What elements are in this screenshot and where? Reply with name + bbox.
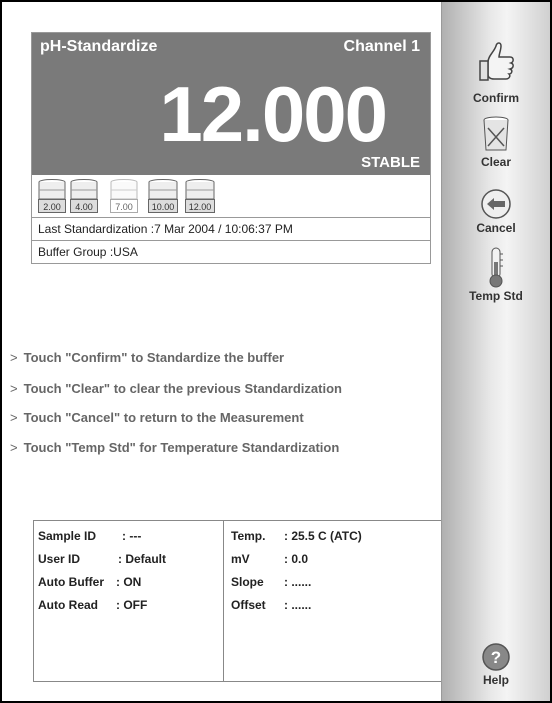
cancel-button[interactable]: Cancel	[442, 188, 550, 235]
standardize-panel: pH-Standardize Channel 1 12.000 STABLE 2…	[31, 32, 431, 264]
buffer-beakers: 2.00 4.00 7.00 10.00 12.00	[32, 175, 430, 218]
temp-key: Temp.	[231, 529, 266, 543]
thumbs-up-icon	[479, 42, 514, 81]
instruction-text: Touch "Clear" to clear the previous Stan…	[23, 381, 342, 396]
instruction-marker: >	[10, 350, 18, 365]
instruction-marker: >	[10, 381, 18, 396]
sample-id-key: Sample ID	[38, 529, 97, 543]
buffer-label: 4.00	[70, 199, 98, 213]
instruction-text: Touch "Confirm" to Standardize the buffe…	[23, 350, 285, 365]
auto-buffer-key: Auto Buffer	[38, 575, 104, 589]
confirm-label: Confirm	[473, 91, 519, 105]
screen-frame: pH-Standardize Channel 1 12.000 STABLE 2…	[0, 0, 552, 703]
confirm-button[interactable]: Confirm	[442, 38, 550, 105]
instruction-confirm: > Touch "Confirm" to Standardize the buff…	[10, 350, 284, 365]
auto-buffer-value: : ON	[116, 575, 142, 589]
buffer-beaker-2: 2.00	[38, 179, 66, 213]
instruction-temp-std: > Touch "Temp Std" for Temperature Standa…	[10, 440, 339, 455]
clear-label: Clear	[480, 155, 512, 169]
back-arrow-icon	[481, 189, 511, 219]
help-question-icon: ?	[482, 643, 510, 671]
beaker-icon	[38, 179, 66, 200]
auto-read-value: : OFF	[116, 598, 148, 612]
slope-key: Slope	[231, 575, 264, 589]
info-panel: Sample ID : --- User ID : Default Auto B…	[33, 520, 442, 682]
ph-reading: 12.000	[159, 70, 388, 158]
buffer-label: 2.00	[38, 199, 66, 213]
user-id-value: : Default	[118, 552, 166, 566]
action-sidebar: Confirm Clear Cancel Temp Std ? Help	[441, 2, 550, 701]
buffer-beaker-12: 12.00	[185, 179, 215, 213]
mv-value: : 0.0	[284, 552, 309, 566]
reading-display: pH-Standardize Channel 1 12.000 STABLE	[32, 33, 430, 175]
offset-value: : ......	[284, 598, 312, 612]
clear-beaker-icon	[483, 116, 509, 151]
help-button[interactable]: ? Help	[442, 642, 550, 687]
mv-key: mV	[231, 552, 250, 566]
instruction-cancel: > Touch "Cancel" to return to the Measure…	[10, 410, 304, 425]
instruction-text: Touch "Cancel" to return to the Measurem…	[23, 410, 304, 425]
clear-button[interactable]: Clear	[442, 116, 550, 169]
temp-value: : 25.5 C (ATC)	[284, 529, 362, 543]
temp-std-button[interactable]: Temp Std	[442, 246, 550, 303]
beaker-icon	[148, 179, 178, 200]
instruction-clear: > Touch "Clear" to clear the previous Sta…	[10, 381, 342, 396]
channel-label: Channel 1	[343, 38, 420, 55]
buffer-beaker-10: 10.00	[148, 179, 178, 213]
buffer-label: 10.00	[148, 199, 178, 213]
buffer-label: 7.00	[110, 199, 138, 213]
thermometer-icon	[489, 247, 503, 288]
offset-key: Offset	[231, 598, 266, 612]
stability-status: STABLE	[361, 154, 420, 171]
cancel-label: Cancel	[476, 221, 516, 235]
beaker-icon	[185, 179, 215, 200]
instruction-text: Touch "Temp Std" for Temperature Standar…	[23, 440, 340, 455]
svg-text:?: ?	[491, 648, 501, 667]
buffer-label: 12.00	[185, 199, 215, 213]
buffer-group: Buffer Group :USA	[38, 245, 138, 259]
beaker-icon	[70, 179, 98, 200]
auto-read-key: Auto Read	[38, 598, 98, 612]
instruction-marker: >	[10, 440, 18, 455]
sample-id-value: : ---	[122, 529, 142, 543]
last-standardization: Last Standardization :7 Mar 2004 / 10:06…	[32, 218, 430, 241]
info-divider	[223, 521, 224, 681]
buffer-beaker-4: 4.00	[70, 179, 98, 213]
beaker-icon	[110, 179, 138, 200]
mode-title: pH-Standardize	[40, 38, 158, 55]
buffer-beaker-7: 7.00	[110, 179, 138, 213]
user-id-key: User ID	[38, 552, 81, 566]
temp-std-label: Temp Std	[469, 289, 523, 303]
slope-value: : ......	[284, 575, 312, 589]
help-label: Help	[482, 673, 509, 687]
instruction-marker: >	[10, 410, 18, 425]
